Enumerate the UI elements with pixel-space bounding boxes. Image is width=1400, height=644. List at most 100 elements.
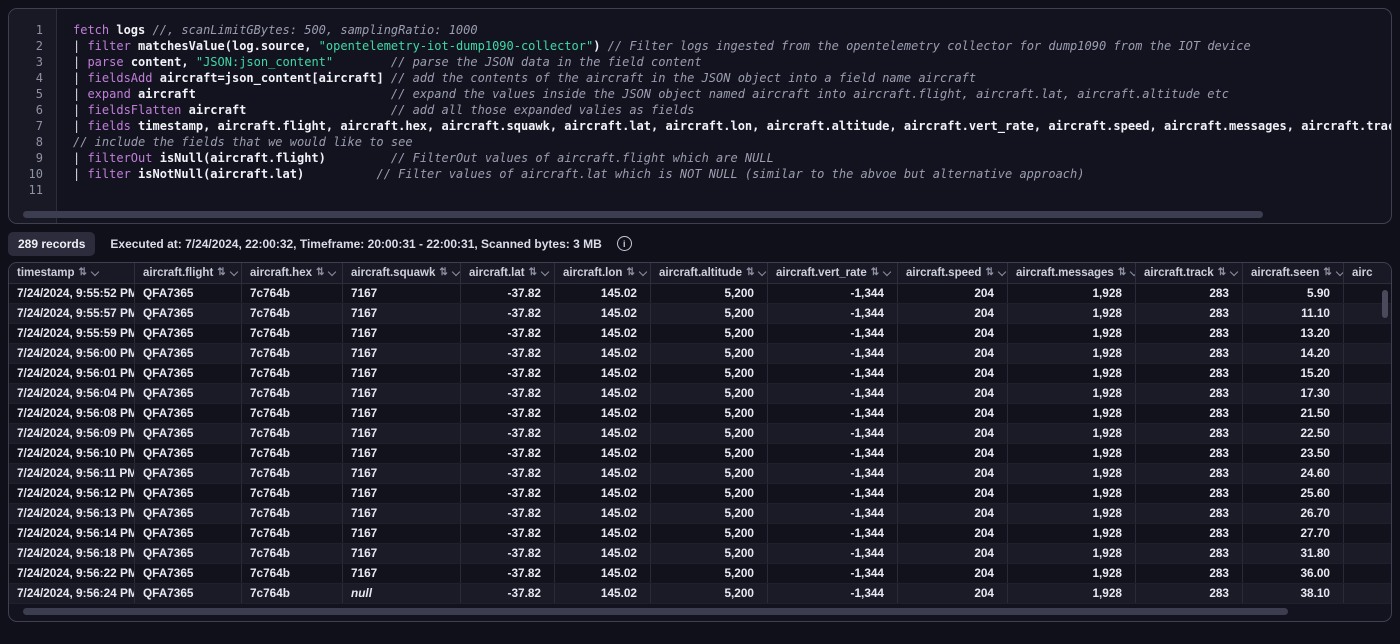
- table-row[interactable]: 7/24/2024, 9:56:13 PMQFA73657c764b7167-3…: [9, 504, 1391, 524]
- code-line[interactable]: fetch logs //, scanLimitGBytes: 500, sam…: [73, 22, 1391, 38]
- column-header-track[interactable]: aircraft.track⇅: [1136, 263, 1243, 283]
- cell-vert_rate: -1,344: [768, 524, 898, 543]
- sort-icon[interactable]: ⇅: [746, 268, 754, 278]
- chevron-down-icon[interactable]: [1230, 269, 1238, 277]
- cell-messages: 1,928: [1008, 584, 1136, 603]
- cell-track: 283: [1136, 564, 1243, 583]
- cell-hex: 7c764b: [242, 384, 343, 403]
- table-row[interactable]: 7/24/2024, 9:56:01 PMQFA73657c764b7167-3…: [9, 364, 1391, 384]
- cell-seen: 13.20: [1243, 324, 1344, 343]
- cell-extra: [1344, 564, 1391, 583]
- chevron-down-icon[interactable]: [998, 269, 1006, 277]
- code-line[interactable]: | filter isNotNull(aircraft.lat) // Filt…: [73, 166, 1391, 182]
- sort-icon[interactable]: ⇅: [1218, 268, 1226, 278]
- code-line[interactable]: | filterOut isNull(aircraft.flight) // F…: [73, 150, 1391, 166]
- table-row[interactable]: 7/24/2024, 9:56:12 PMQFA73657c764b7167-3…: [9, 484, 1391, 504]
- cell-timestamp: 7/24/2024, 9:56:14 PM: [9, 524, 135, 543]
- cell-lat: -37.82: [461, 424, 555, 443]
- cell-messages: 1,928: [1008, 384, 1136, 403]
- chevron-down-icon[interactable]: [1336, 269, 1344, 277]
- cell-altitude: 5,200: [651, 564, 768, 583]
- cell-track: 283: [1136, 364, 1243, 383]
- cell-speed: 204: [898, 524, 1008, 543]
- code-line[interactable]: | parse content, "JSON:json_content" // …: [73, 54, 1391, 70]
- table-row[interactable]: 7/24/2024, 9:56:11 PMQFA73657c764b7167-3…: [9, 464, 1391, 484]
- sort-icon[interactable]: ⇅: [79, 268, 87, 278]
- cell-messages: 1,928: [1008, 484, 1136, 503]
- sort-icon[interactable]: ⇅: [1118, 268, 1126, 278]
- code-line[interactable]: | fields timestamp, aircraft.flight, air…: [73, 118, 1391, 134]
- column-label: airc: [1352, 267, 1372, 279]
- table-horizontal-scrollbar[interactable]: [23, 608, 1288, 615]
- chevron-down-icon[interactable]: [639, 269, 647, 277]
- column-header-speed[interactable]: aircraft.speed⇅: [898, 263, 1008, 283]
- cell-timestamp: 7/24/2024, 9:56:13 PM: [9, 504, 135, 523]
- table-row[interactable]: 7/24/2024, 9:55:57 PMQFA73657c764b7167-3…: [9, 304, 1391, 324]
- sort-icon[interactable]: ⇅: [217, 268, 225, 278]
- cell-speed: 204: [898, 464, 1008, 483]
- table-row[interactable]: 7/24/2024, 9:56:00 PMQFA73657c764b7167-3…: [9, 344, 1391, 364]
- cell-lat: -37.82: [461, 404, 555, 423]
- sort-icon[interactable]: ⇅: [626, 268, 634, 278]
- chevron-down-icon[interactable]: [541, 269, 549, 277]
- table-row[interactable]: 7/24/2024, 9:56:04 PMQFA73657c764b7167-3…: [9, 384, 1391, 404]
- cell-flight: QFA7365: [135, 444, 242, 463]
- chevron-down-icon[interactable]: [230, 269, 238, 277]
- column-header-lon[interactable]: aircraft.lon⇅: [555, 263, 651, 283]
- code-line[interactable]: [73, 182, 1391, 198]
- column-header-timestamp[interactable]: timestamp⇅: [9, 263, 135, 283]
- column-header-extra[interactable]: airc: [1344, 263, 1391, 283]
- editor-horizontal-scrollbar[interactable]: [23, 211, 1263, 218]
- code-area[interactable]: fetch logs //, scanLimitGBytes: 500, sam…: [58, 9, 1391, 223]
- column-header-altitude[interactable]: aircraft.altitude⇅: [651, 263, 768, 283]
- code-token: expand: [87, 87, 130, 101]
- code-token: fetch: [73, 23, 109, 37]
- column-header-seen[interactable]: aircraft.seen⇅: [1243, 263, 1344, 283]
- sort-icon[interactable]: ⇅: [871, 268, 879, 278]
- column-header-messages[interactable]: aircraft.messages⇅: [1008, 263, 1136, 283]
- column-header-flight[interactable]: aircraft.flight⇅: [135, 263, 242, 283]
- chevron-down-icon[interactable]: [91, 269, 99, 277]
- sort-icon[interactable]: ⇅: [439, 268, 447, 278]
- query-editor[interactable]: 1234567891011 fetch logs //, scanLimitGB…: [8, 8, 1392, 224]
- column-header-lat[interactable]: aircraft.lat⇅: [461, 263, 555, 283]
- sort-icon[interactable]: ⇅: [529, 268, 537, 278]
- chevron-down-icon[interactable]: [452, 269, 460, 277]
- line-number: 9: [9, 150, 56, 166]
- table-row[interactable]: 7/24/2024, 9:56:08 PMQFA73657c764b7167-3…: [9, 404, 1391, 424]
- sort-icon[interactable]: ⇅: [985, 268, 993, 278]
- code-line[interactable]: // include the fields that we would like…: [73, 134, 1391, 150]
- cell-hex: 7c764b: [242, 304, 343, 323]
- cell-lat: -37.82: [461, 304, 555, 323]
- cell-hex: 7c764b: [242, 404, 343, 423]
- code-line[interactable]: | fieldsFlatten aircraft // add all thos…: [73, 102, 1391, 118]
- chevron-down-icon[interactable]: [883, 269, 891, 277]
- table-row[interactable]: 7/24/2024, 9:56:14 PMQFA73657c764b7167-3…: [9, 524, 1391, 544]
- cell-extra: [1344, 364, 1391, 383]
- table-row[interactable]: 7/24/2024, 9:55:59 PMQFA73657c764b7167-3…: [9, 324, 1391, 344]
- column-header-squawk[interactable]: aircraft.squawk⇅: [343, 263, 461, 283]
- table-row[interactable]: 7/24/2024, 9:55:52 PMQFA73657c764b7167-3…: [9, 284, 1391, 304]
- column-header-vert_rate[interactable]: aircraft.vert_rate⇅: [768, 263, 898, 283]
- info-icon[interactable]: i: [617, 236, 632, 251]
- table-row[interactable]: 7/24/2024, 9:56:09 PMQFA73657c764b7167-3…: [9, 424, 1391, 444]
- cell-hex: 7c764b: [242, 464, 343, 483]
- sort-icon[interactable]: ⇅: [1323, 268, 1331, 278]
- table-row[interactable]: 7/24/2024, 9:56:18 PMQFA73657c764b7167-3…: [9, 544, 1391, 564]
- code-line[interactable]: | filter matchesValue(log.source, "opent…: [73, 38, 1391, 54]
- cell-speed: 204: [898, 564, 1008, 583]
- cell-seen: 17.30: [1243, 384, 1344, 403]
- sort-icon[interactable]: ⇅: [316, 268, 324, 278]
- table-row[interactable]: 7/24/2024, 9:56:10 PMQFA73657c764b7167-3…: [9, 444, 1391, 464]
- cell-lon: 145.02: [555, 344, 651, 363]
- table-vertical-scrollbar[interactable]: [1382, 290, 1388, 318]
- chevron-down-icon[interactable]: [328, 269, 336, 277]
- chevron-down-icon[interactable]: [758, 269, 766, 277]
- table-row[interactable]: 7/24/2024, 9:56:22 PMQFA73657c764b7167-3…: [9, 564, 1391, 584]
- code-line[interactable]: | expand aircraft // expand the values i…: [73, 86, 1391, 102]
- table-row[interactable]: 7/24/2024, 9:56:24 PMQFA73657c764bnull-3…: [9, 584, 1391, 604]
- code-line[interactable]: | fieldsAdd aircraft=json_content[aircra…: [73, 70, 1391, 86]
- column-header-hex[interactable]: aircraft.hex⇅: [242, 263, 343, 283]
- cell-squawk: 7167: [343, 504, 461, 523]
- cell-timestamp: 7/24/2024, 9:56:22 PM: [9, 564, 135, 583]
